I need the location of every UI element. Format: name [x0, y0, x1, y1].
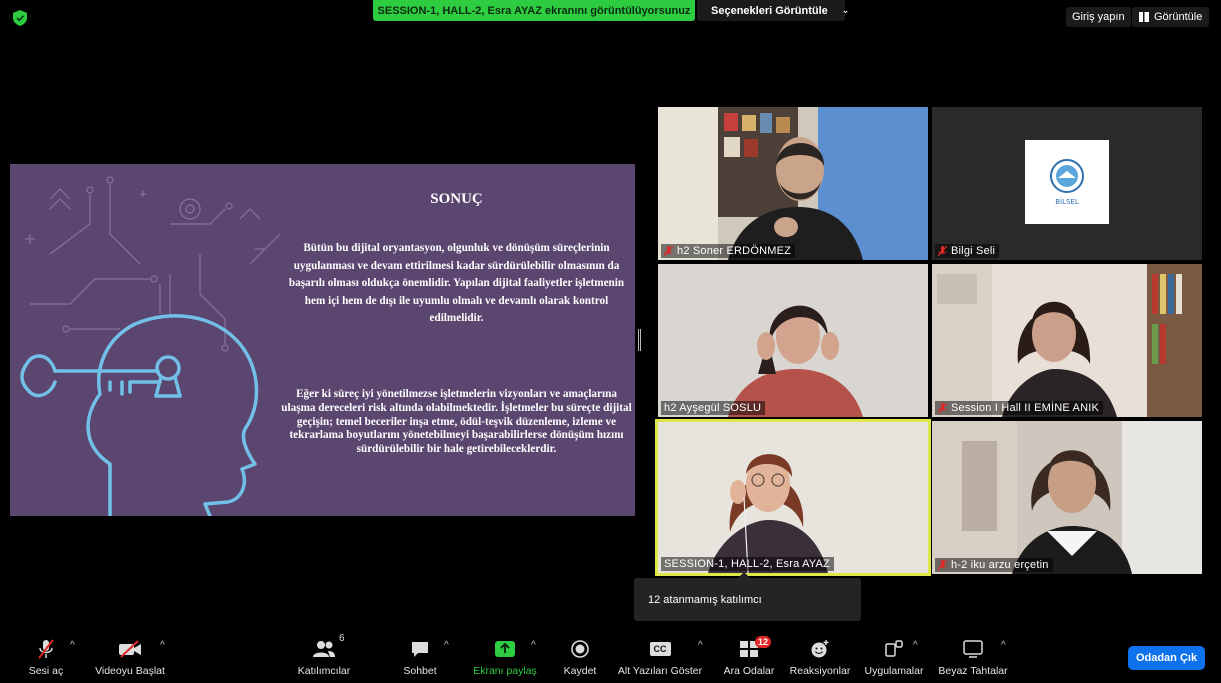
leave-room-button[interactable]: Odadan Çık: [1128, 646, 1205, 670]
apps-icon: [885, 640, 903, 657]
record-button[interactable]: Kaydet: [560, 628, 600, 683]
view-options-label: Seçenekleri Görüntüle: [711, 4, 828, 17]
show-captions-button[interactable]: CC Alt Yazıları Göster: [608, 628, 712, 683]
shared-screen-slide: SONUÇ Bütün bu dijital oryantasyon, olgu…: [10, 164, 635, 516]
unmute-button[interactable]: Sesi aç: [27, 628, 65, 683]
captions-options-caret[interactable]: ^: [698, 640, 703, 651]
top-bar: SESSION-1, HALL-2, Esra AYAZ ekranını gö…: [0, 0, 1221, 34]
bilsel-logo-text: BİLSEL: [1055, 197, 1079, 206]
video-tile[interactable]: h-2 iku arzu erçetin: [932, 421, 1202, 574]
apps-label: Uygulamalar: [864, 665, 924, 677]
shield-icon[interactable]: [13, 10, 27, 26]
video-options-caret[interactable]: ^: [160, 640, 165, 651]
participant-video: [658, 264, 928, 417]
record-label: Kaydet: [563, 665, 597, 677]
closed-captions-icon: CC: [649, 642, 671, 656]
participants-count: 6: [339, 633, 345, 644]
participant-name: h2 Ayşegül SOSLU: [664, 402, 762, 414]
chat-button[interactable]: Sohbet: [400, 628, 440, 683]
slide-title: SONUÇ: [430, 191, 483, 207]
start-video-button[interactable]: Videoyu Başlat: [90, 628, 170, 683]
view-button-label: Görüntüle: [1154, 11, 1203, 23]
chat-icon: [412, 642, 428, 657]
start-video-label: Videoyu Başlat: [95, 665, 165, 677]
participant-name-label: Session I Hall II EMİNE ANIK: [935, 401, 1104, 415]
participant-name: Bilgi Seli: [951, 245, 996, 257]
reaction-smiley-icon: [811, 640, 829, 658]
participant-name-label: Bilgi Seli: [935, 244, 1000, 258]
participant-name-label: SESSION-1, HALL-2, Esra AYAZ: [661, 557, 834, 571]
breakout-rooms-button[interactable]: 12 Ara Odalar: [718, 628, 780, 683]
share-screen-icon: [495, 641, 515, 657]
participant-name: h2 Soner ERDÖNMEZ: [677, 245, 792, 257]
whiteboards-button[interactable]: Beyaz Tahtalar: [934, 628, 1012, 683]
reactions-label: Reaksiyonlar: [789, 665, 851, 677]
participant-name-label: h2 Soner ERDÖNMEZ: [661, 244, 796, 258]
chat-options-caret[interactable]: ^: [444, 640, 449, 651]
profile-picture-logo: BİLSEL: [1025, 140, 1109, 224]
head-keyhole-illustration: [20, 176, 281, 516]
participant-name-label: h-2 iku arzu erçetin: [935, 558, 1053, 572]
slide-paragraph-2: Eğer ki süreç iyi yönetilmezse işletmele…: [281, 388, 632, 456]
bilsel-logo-icon: BİLSEL: [1050, 159, 1084, 206]
whiteboard-options-caret[interactable]: ^: [1001, 640, 1006, 651]
audio-options-caret[interactable]: ^: [70, 640, 75, 651]
participant-video: [932, 421, 1202, 574]
meeting-toolbar: Sesi aç ^ Videoyu Başlat ^ 6 Katılımcıla…: [0, 628, 1221, 683]
share-screen-label: Ekranı paylaş: [473, 665, 537, 677]
slide-paragraph-1: Bütün bu dijital oryantasyon, olgunluk v…: [288, 242, 625, 325]
participants-button[interactable]: 6 Katılımcılar: [292, 628, 356, 683]
unassigned-participants-popup[interactable]: 12 atanmamış katılımcı: [634, 572, 861, 621]
participant-name: h-2 iku arzu erçetin: [951, 559, 1049, 571]
record-icon: [571, 640, 589, 658]
mic-muted-icon: [38, 639, 54, 659]
share-screen-button[interactable]: Ekranı paylaş: [470, 628, 540, 683]
video-tile[interactable]: h2 Soner ERDÖNMEZ: [658, 107, 928, 260]
video-tile[interactable]: BİLSEL Bilgi Seli: [932, 107, 1202, 260]
participant-video: [658, 422, 928, 573]
mic-muted-icon: [938, 402, 947, 413]
mic-muted-icon: [664, 245, 673, 256]
login-button[interactable]: Giriş yapın: [1066, 7, 1131, 27]
video-tile[interactable]: Session I Hall II EMİNE ANIK: [932, 264, 1202, 417]
whiteboard-icon: [963, 640, 983, 658]
apps-options-caret[interactable]: ^: [913, 640, 918, 651]
view-button[interactable]: Görüntüle: [1132, 7, 1210, 27]
participant-name: SESSION-1, HALL-2, Esra AYAZ: [664, 558, 830, 570]
mic-muted-icon: [938, 245, 947, 256]
participant-video: [658, 107, 928, 260]
pane-splitter-handle[interactable]: [638, 329, 641, 351]
chevron-down-icon: ⌄: [841, 5, 850, 15]
reactions-button[interactable]: Reaksiyonlar: [786, 628, 854, 683]
chat-label: Sohbet: [403, 665, 437, 677]
participants-icon: [313, 641, 335, 657]
video-off-icon: [119, 640, 141, 658]
participants-label: Katılımcılar: [297, 665, 351, 677]
unmute-label: Sesi aç: [28, 665, 64, 677]
mic-muted-icon: [938, 559, 947, 570]
whiteboards-label: Beyaz Tahtalar: [938, 665, 1008, 677]
share-options-caret[interactable]: ^: [531, 640, 536, 651]
breakout-count-badge: 12: [755, 636, 772, 648]
view-options-button[interactable]: Seçenekleri Görüntüle ⌄: [697, 0, 849, 21]
show-captions-label: Alt Yazıları Göster: [617, 665, 703, 677]
participant-name-label: h2 Ayşegül SOSLU: [661, 401, 766, 415]
participant-video: [932, 264, 1202, 417]
participant-name: Session I Hall II EMİNE ANIK: [951, 402, 1100, 414]
grid-view-icon: [1139, 12, 1149, 22]
breakout-rooms-label: Ara Odalar: [723, 665, 775, 677]
video-tile-active-speaker[interactable]: SESSION-1, HALL-2, Esra AYAZ: [655, 419, 931, 576]
video-tile[interactable]: h2 Ayşegül SOSLU: [658, 264, 928, 417]
screen-share-banner: SESSION-1, HALL-2, Esra AYAZ ekranını gö…: [373, 0, 695, 21]
apps-button[interactable]: Uygulamalar: [858, 628, 930, 683]
